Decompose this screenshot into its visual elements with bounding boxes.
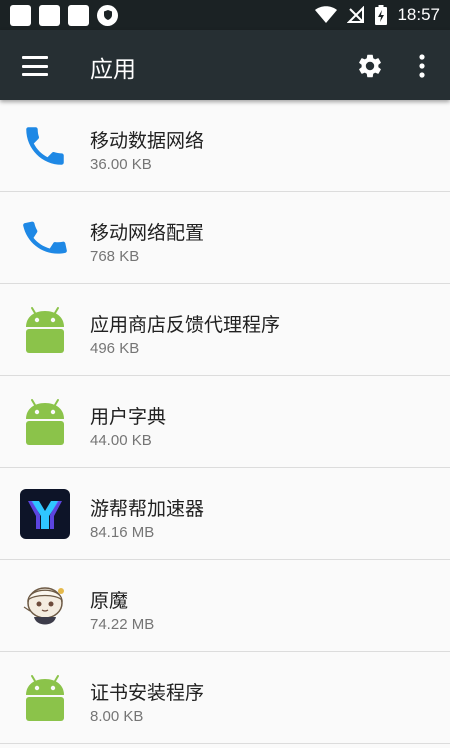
page-title: 应用 xyxy=(90,57,136,83)
no-signal-icon xyxy=(347,6,365,23)
notification-icon xyxy=(68,4,89,26)
app-name: 游帮帮加速器 xyxy=(90,498,205,520)
shield-icon xyxy=(97,4,118,26)
android-icon xyxy=(26,399,64,445)
app-size: 36.00 KB xyxy=(90,156,152,173)
app-size: 44.00 KB xyxy=(90,432,152,449)
clock-time: 18:57 xyxy=(397,5,440,24)
status-bar: 18:57 xyxy=(0,0,450,30)
list-item[interactable]: 游帮帮加速器 84.16 MB xyxy=(0,468,450,560)
android-icon xyxy=(26,307,64,353)
anime-character-icon xyxy=(23,587,64,625)
notification-icon xyxy=(10,4,31,26)
more-options-icon[interactable] xyxy=(410,52,434,80)
wifi-icon xyxy=(315,6,338,23)
gear-icon[interactable] xyxy=(356,52,384,80)
app-size: 84.16 MB xyxy=(90,524,155,541)
app-name: 证书安装程序 xyxy=(90,682,205,704)
accelerator-app-icon xyxy=(20,489,70,539)
app-name: 移动网络配置 xyxy=(90,222,205,244)
app-size: 768 KB xyxy=(90,248,140,265)
app-list: 移动数据网络 36.00 KB 移动网络配置 768 KB 应用商店反馈代理程序… xyxy=(0,100,450,744)
app-name: 移动数据网络 xyxy=(90,130,205,152)
list-item[interactable]: 原魔 74.22 MB xyxy=(0,560,450,652)
list-item[interactable]: 证书安装程序 8.00 KB xyxy=(0,652,450,744)
list-item[interactable]: 应用商店反馈代理程序 496 KB xyxy=(0,284,450,376)
app-size: 74.22 MB xyxy=(90,616,155,633)
menu-icon[interactable] xyxy=(22,56,48,76)
list-item[interactable]: 移动网络配置 768 KB xyxy=(0,192,450,284)
phone-icon xyxy=(23,221,67,254)
list-item[interactable]: 用户字典 44.00 KB xyxy=(0,376,450,468)
app-name: 原魔 xyxy=(90,590,129,612)
app-toolbar: 应用 xyxy=(0,30,450,100)
android-icon xyxy=(26,675,64,721)
battery-charging-icon xyxy=(375,5,388,25)
app-size: 8.00 KB xyxy=(90,708,144,725)
list-item[interactable]: 移动数据网络 36.00 KB xyxy=(0,100,450,192)
phone-icon xyxy=(26,127,64,165)
app-name: 用户字典 xyxy=(90,406,167,428)
app-size: 496 KB xyxy=(90,340,140,357)
system-status-icons: 18:57 xyxy=(315,5,440,25)
notification-icons xyxy=(10,4,118,26)
app-name: 应用商店反馈代理程序 xyxy=(90,314,281,336)
notification-icon xyxy=(39,4,60,26)
